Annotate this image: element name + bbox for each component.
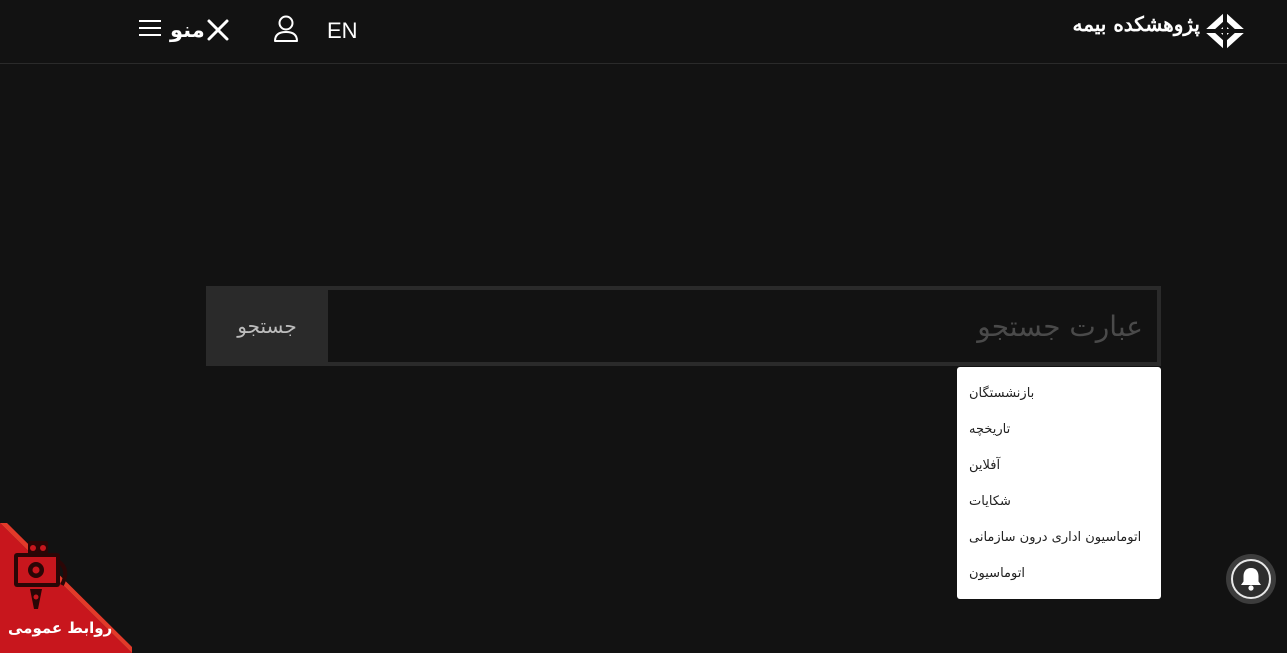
menu-toggle[interactable]: منو — [138, 14, 205, 46]
user-account-button[interactable] — [272, 14, 300, 44]
language-switch[interactable]: EN — [327, 18, 358, 44]
menu-label: منو — [170, 17, 205, 42]
search-bar: جستجو — [206, 286, 1161, 366]
user-icon — [274, 15, 298, 42]
close-button[interactable] — [205, 17, 231, 43]
site-logo[interactable]: پژوهشکده بیمه — [1072, 6, 1250, 56]
search-button[interactable]: جستجو — [206, 286, 328, 366]
close-icon — [207, 19, 229, 41]
suggestion-item[interactable]: اتوماسیون — [957, 556, 1161, 592]
site-header: منو EN پژوهشکده بیمه — [0, 0, 1287, 64]
suggestion-item[interactable]: تاریخچه — [957, 412, 1161, 448]
public-relations-label: روابط عمومی — [8, 619, 113, 637]
bell-icon — [1241, 568, 1261, 591]
hamburger-icon — [138, 17, 162, 43]
logo-text: پژوهشکده بیمه — [1072, 12, 1200, 36]
suggestion-item[interactable]: اتوماسیون اداری درون سازمانی — [957, 520, 1161, 556]
search-input[interactable] — [328, 290, 1157, 362]
suggestion-item[interactable]: بازنشستگان — [957, 376, 1161, 412]
suggestion-item[interactable]: شکایات — [957, 484, 1161, 520]
diamond-logo-icon — [1204, 12, 1246, 50]
search-suggestions: بازنشستگان تاریخچه آفلاین شکایات اتوماسی… — [957, 367, 1161, 599]
public-relations-badge[interactable]: روابط عمومی — [0, 523, 132, 653]
suggestion-item[interactable]: آفلاین — [957, 448, 1161, 484]
notification-ring — [1231, 559, 1271, 599]
notification-button[interactable] — [1226, 554, 1276, 604]
